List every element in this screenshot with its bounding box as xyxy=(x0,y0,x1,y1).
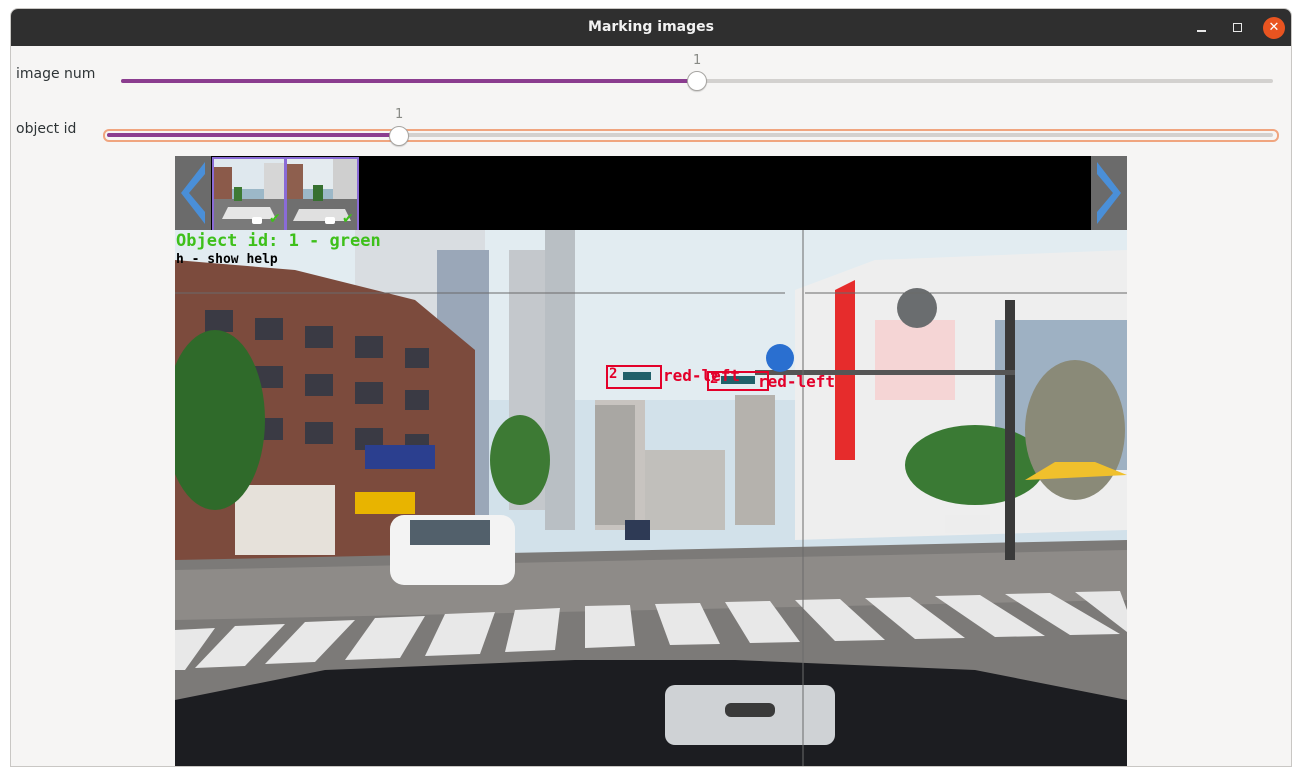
maximize-icon xyxy=(1233,23,1242,32)
help-hint: h - show help xyxy=(176,252,278,267)
thumbnail-1[interactable]: ✔ xyxy=(212,157,286,232)
next-button[interactable] xyxy=(1091,156,1127,230)
object-id-handle[interactable] xyxy=(389,126,409,146)
bbox-1-label: red-left xyxy=(663,366,741,385)
thumbnail-2[interactable]: ✔ xyxy=(285,157,359,232)
street-photo: Object id: 1 - green h - show help 2 red… xyxy=(175,230,1127,766)
image-num-fill xyxy=(121,79,697,83)
title-bar[interactable]: Marking images ✕ xyxy=(11,9,1291,46)
prev-button[interactable] xyxy=(175,156,211,230)
object-id-value: 1 xyxy=(395,107,404,122)
bbox-1-id: 2 xyxy=(609,366,618,382)
window-title: Marking images xyxy=(588,19,714,35)
close-button[interactable]: ✕ xyxy=(1263,17,1285,39)
image-viewer[interactable]: ✔ ✔ Object id: 1 - green h - show help 2… xyxy=(175,156,1127,766)
prev-arrow-icon xyxy=(181,162,205,224)
image-num-value: 1 xyxy=(693,53,702,68)
bbox-2-label: red-left xyxy=(758,372,836,391)
image-num-handle[interactable] xyxy=(687,71,707,91)
bbox-2-id: 2 xyxy=(710,371,719,387)
object-id-label: object id xyxy=(16,121,77,137)
object-id-fill xyxy=(107,133,399,137)
app-window: Marking images ✕ image num 1 object id 1 xyxy=(10,8,1292,767)
next-arrow-icon xyxy=(1097,162,1121,224)
minimize-icon xyxy=(1197,30,1206,32)
camera-icon xyxy=(252,217,262,224)
close-icon: ✕ xyxy=(1268,20,1280,35)
checkmark-icon: ✔ xyxy=(342,211,354,227)
minimize-button[interactable] xyxy=(1191,17,1213,39)
camera-icon xyxy=(325,217,335,224)
image-num-label: image num xyxy=(16,66,96,82)
checkmark-icon: ✔ xyxy=(269,211,281,227)
maximize-button[interactable] xyxy=(1227,17,1249,39)
thumbnail-strip: ✔ ✔ xyxy=(175,156,1127,232)
object-id-overlay: Object id: 1 - green xyxy=(176,231,381,251)
